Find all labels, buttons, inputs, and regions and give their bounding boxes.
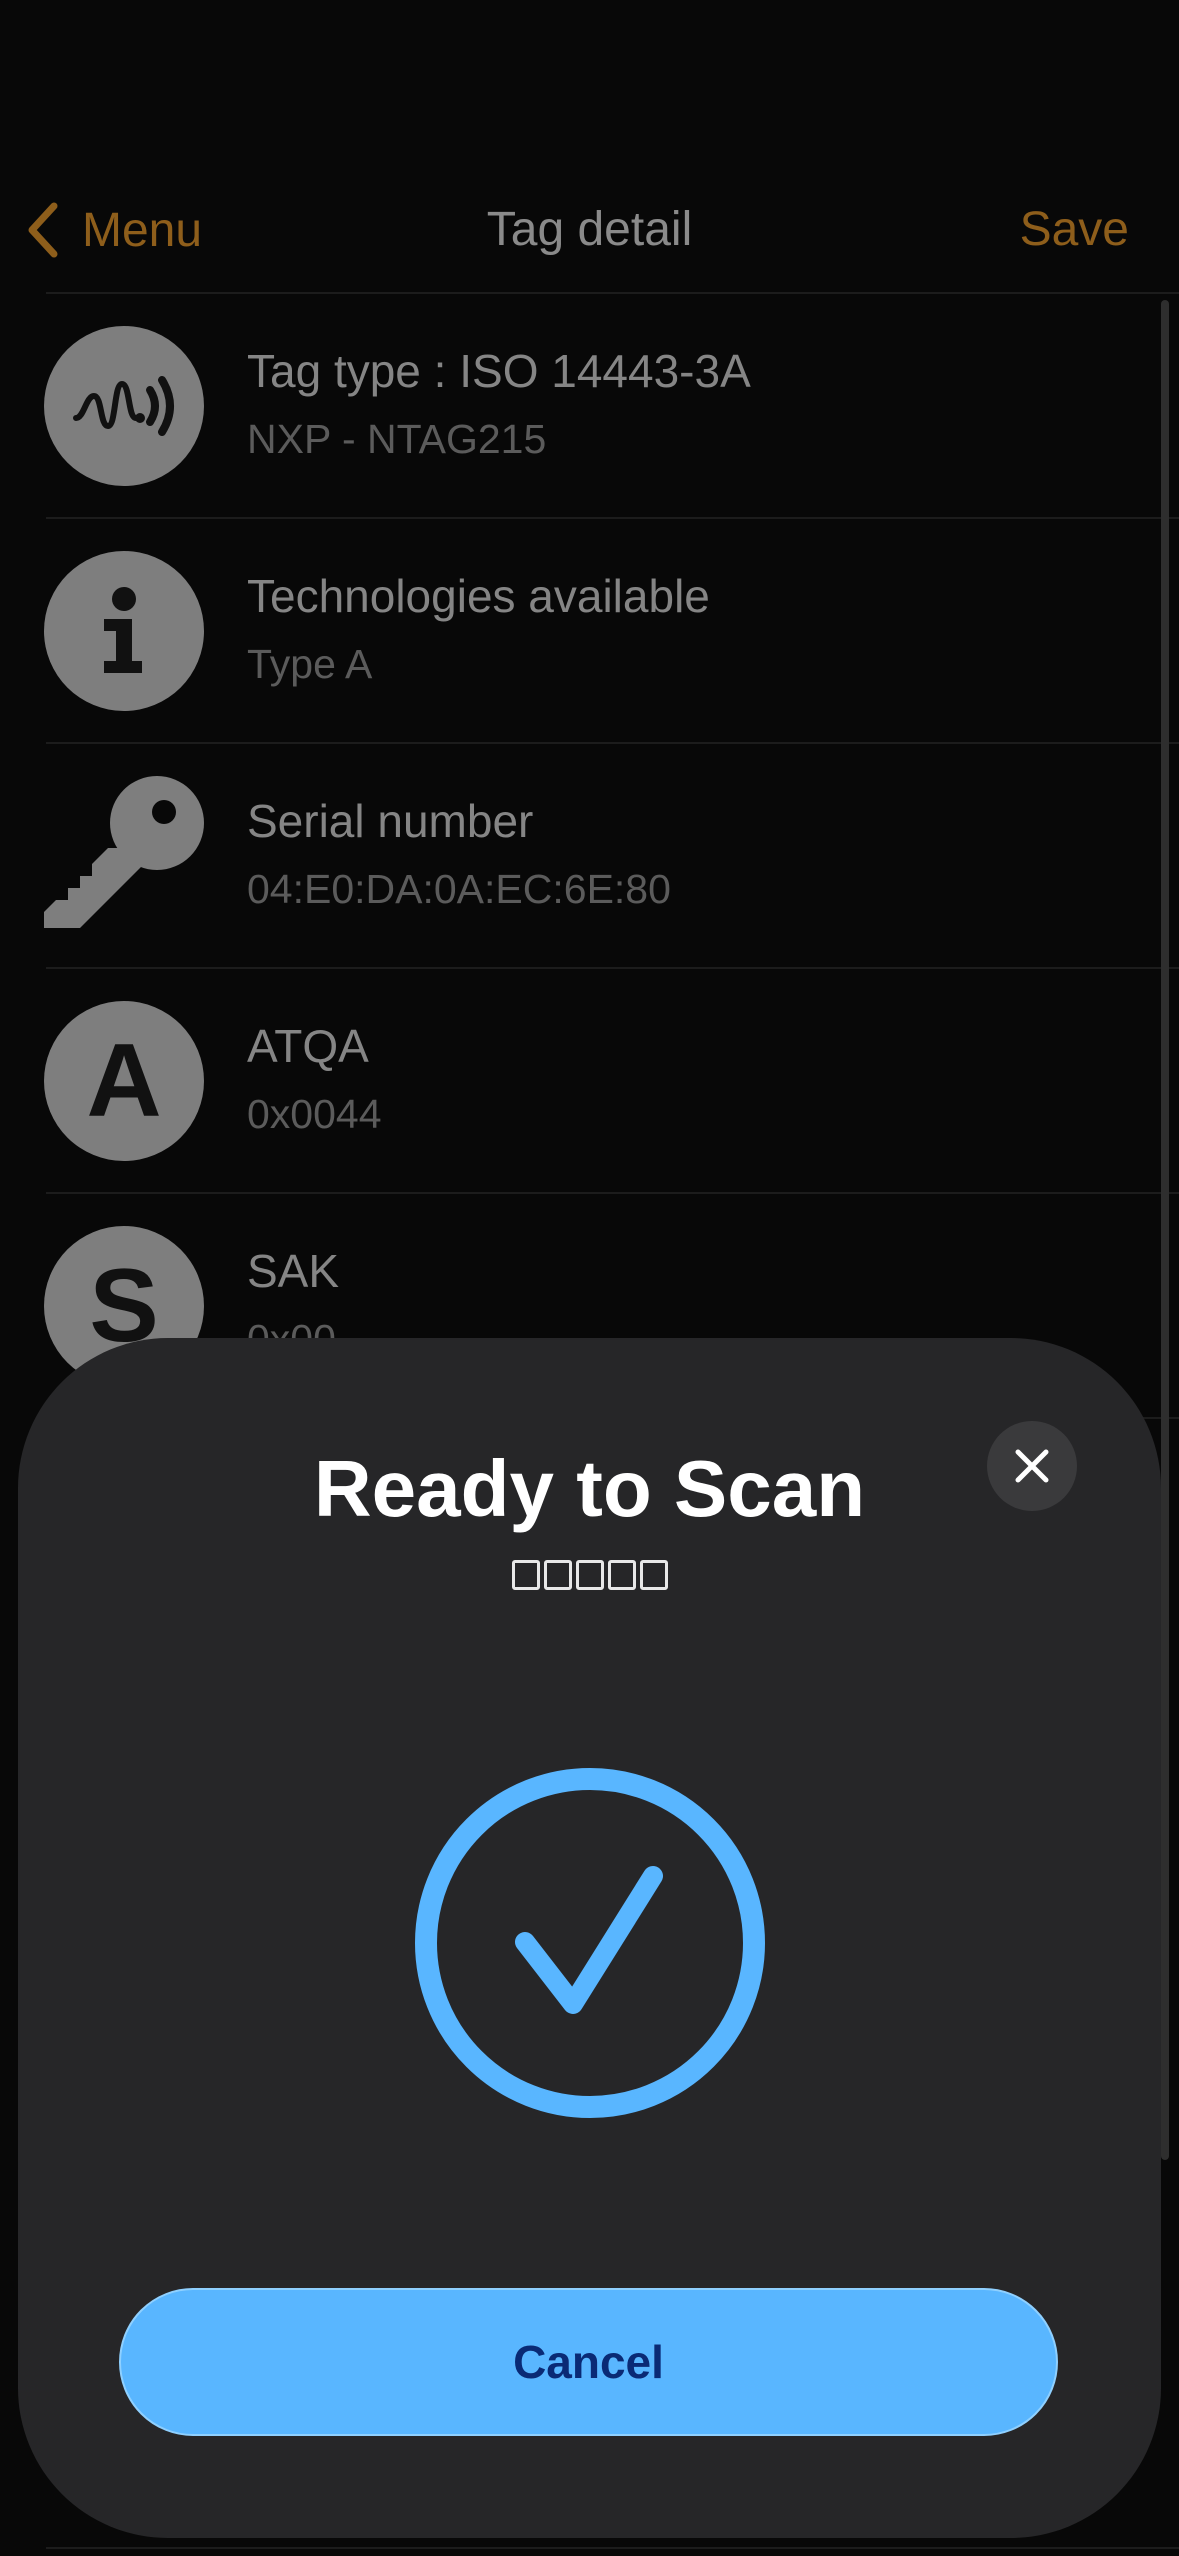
list-item-serial-number[interactable]: Serial number 04:E0:DA:0A:EC:6E:80 — [0, 744, 1179, 969]
info-icon — [44, 551, 204, 711]
sak-title: SAK — [247, 1245, 340, 1297]
missing-glyph-box — [543, 1560, 572, 1590]
tag-info-list: Tag type : ISO 14443-3A NXP - NTAG215 Te… — [0, 294, 1179, 1419]
technologies-title: Technologies available — [247, 570, 710, 622]
missing-glyph-box — [639, 1560, 668, 1590]
nfc-wave-icon — [44, 326, 204, 486]
tag-type-title: Tag type : ISO 14443-3A — [247, 345, 751, 397]
close-icon — [1015, 1449, 1049, 1483]
missing-glyph-box — [511, 1560, 540, 1590]
scrollbar[interactable] — [1161, 300, 1169, 2160]
nfc-scan-sheet: Ready to Scan Cancel — [18, 1338, 1161, 2538]
list-item-atqa[interactable]: A ATQA 0x0044 — [0, 969, 1179, 1194]
atqa-value: 0x0044 — [247, 1091, 382, 1137]
checkmark-circle-icon — [415, 1768, 765, 2118]
tag-type-value: NXP - NTAG215 — [247, 416, 547, 462]
atqa-title: ATQA — [247, 1020, 369, 1072]
page-title: Tag detail — [486, 203, 693, 256]
technologies-value: Type A — [247, 641, 373, 687]
bottom-divider — [46, 2547, 1179, 2549]
navigation-bar: Menu Tag detail Save — [0, 170, 1179, 290]
cancel-button[interactable]: Cancel — [119, 2288, 1058, 2436]
serial-number-value: 04:E0:DA:0A:EC:6E:80 — [247, 866, 671, 912]
save-button[interactable]: Save — [1020, 192, 1129, 268]
missing-glyph-box — [607, 1560, 636, 1590]
close-button[interactable] — [987, 1421, 1077, 1511]
sheet-subtitle-placeholder-glyphs — [18, 1560, 1161, 1590]
serial-number-title: Serial number — [247, 795, 534, 847]
list-item-technologies[interactable]: Technologies available Type A — [0, 519, 1179, 744]
missing-glyph-box — [575, 1560, 604, 1590]
list-item-tag-type[interactable]: Tag type : ISO 14443-3A NXP - NTAG215 — [0, 294, 1179, 519]
letter-a-icon: A — [44, 1001, 204, 1161]
letter-a-glyph: A — [86, 1023, 162, 1139]
key-icon — [44, 776, 204, 936]
